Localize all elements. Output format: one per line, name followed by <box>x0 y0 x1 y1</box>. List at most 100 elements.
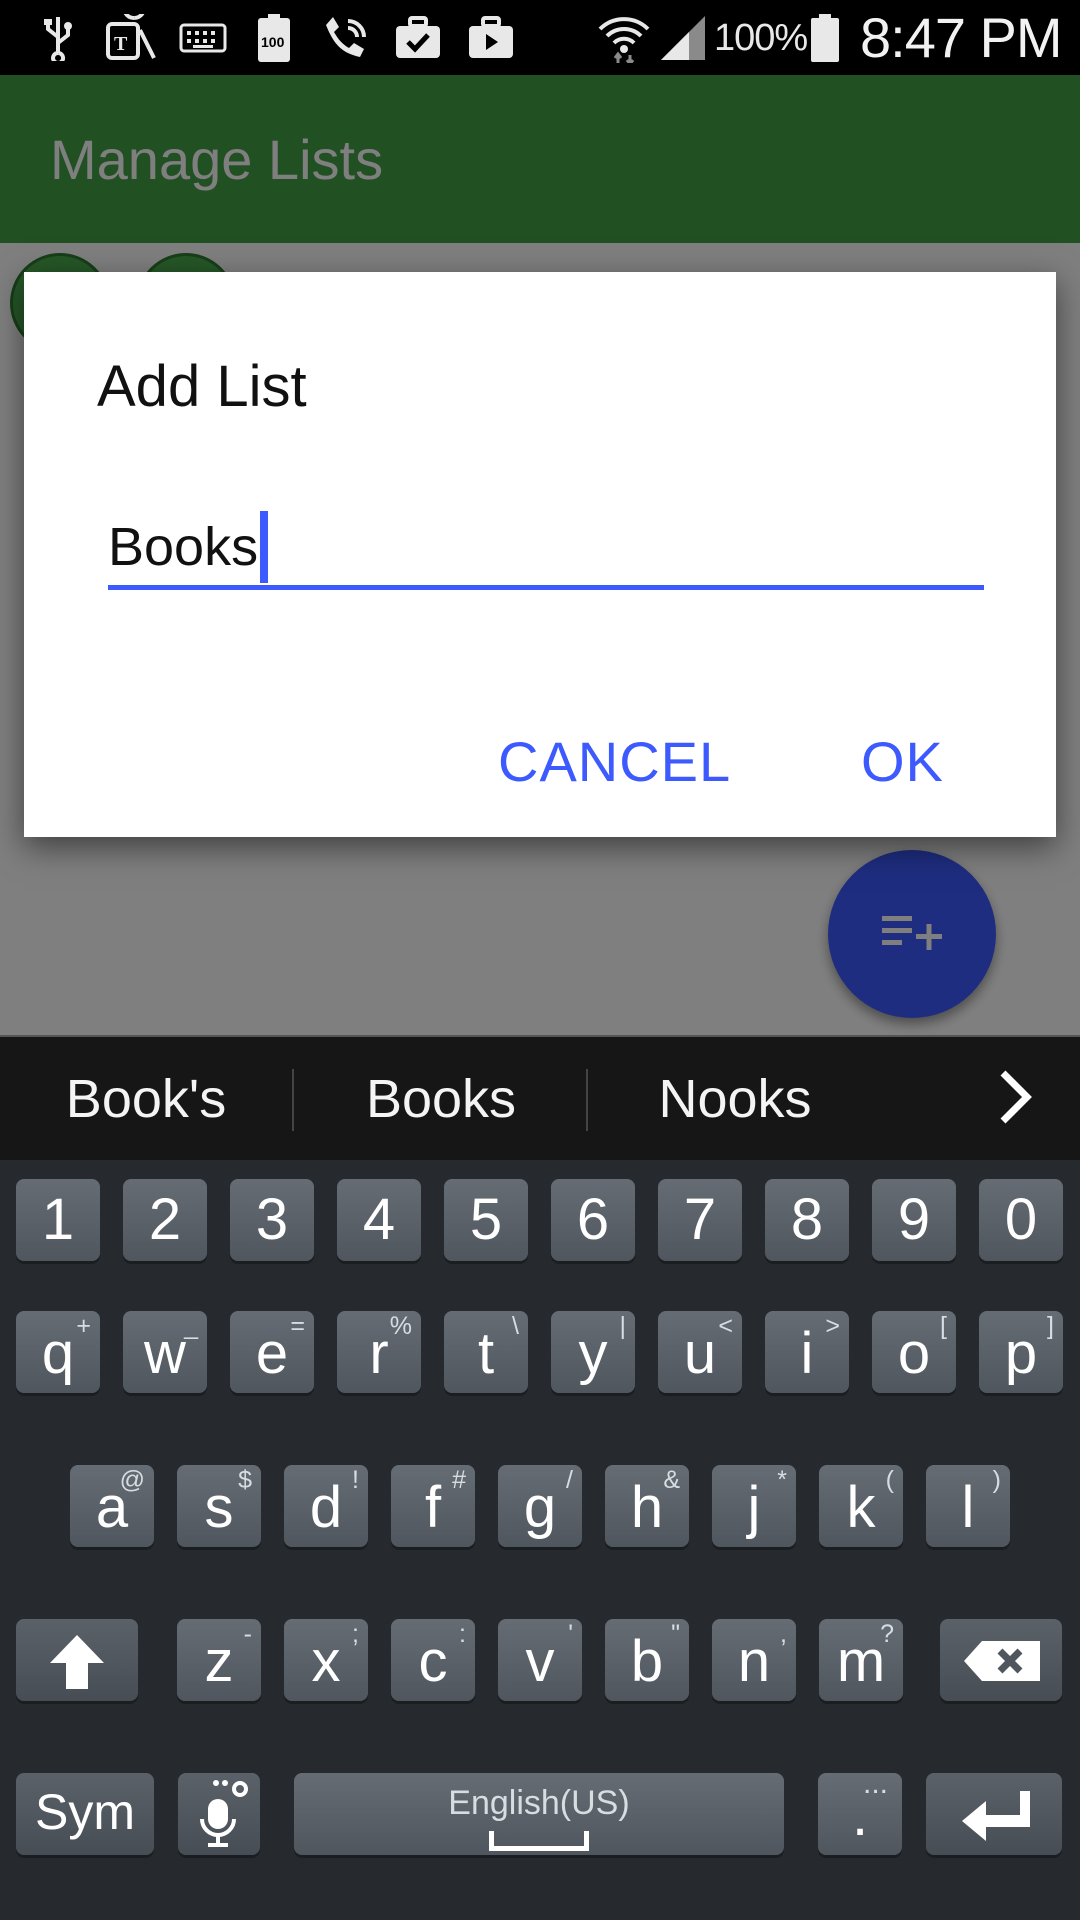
key-d[interactable]: ! d <box>284 1465 368 1547</box>
period-key-label: . <box>851 1783 869 1848</box>
key-v[interactable]: ' v <box>498 1619 582 1701</box>
add-list-dialog: Add List Books CANCEL OK <box>24 272 1056 837</box>
suggestion-item[interactable]: Books <box>310 1037 572 1162</box>
key-label: s <box>204 1475 234 1540</box>
period-key[interactable]: ... . <box>818 1769 902 1855</box>
key-8[interactable]: 8 <box>765 1179 849 1261</box>
key-e[interactable]: = e <box>230 1311 314 1393</box>
key-g[interactable]: / g <box>498 1465 582 1547</box>
chevron-right-icon <box>997 1069 1033 1130</box>
key-label: 9 <box>897 1187 931 1252</box>
key-1[interactable]: 1 <box>16 1179 100 1261</box>
shift-arrow-icon <box>48 1633 106 1696</box>
key-label: r <box>369 1321 389 1386</box>
key-label: d <box>309 1475 343 1540</box>
key-h[interactable]: & h <box>605 1465 689 1547</box>
ok-button[interactable]: OK <box>861 722 944 802</box>
key-f[interactable]: # f <box>391 1465 475 1547</box>
key-label: 6 <box>576 1187 610 1252</box>
key-label: v <box>525 1629 555 1694</box>
key-k[interactable]: (k <box>819 1465 903 1547</box>
key-3[interactable]: 3 <box>230 1179 314 1261</box>
key-label: 0 <box>1004 1187 1038 1252</box>
key-label: b <box>630 1629 664 1694</box>
key-5[interactable]: 5 <box>444 1179 528 1261</box>
key-label: y <box>578 1321 608 1386</box>
space-key-language: English(US) <box>448 1784 630 1822</box>
tmobile-icon: T <box>104 14 158 62</box>
sym-key[interactable]: Sym <box>16 1773 154 1855</box>
key-label: p <box>1004 1321 1038 1386</box>
key-q[interactable]: + q <box>16 1311 100 1393</box>
key-label: t <box>477 1321 495 1386</box>
key-j[interactable]: * j <box>712 1465 796 1547</box>
key-label: w <box>144 1321 186 1386</box>
suggestion-divider <box>586 1069 588 1131</box>
key-m[interactable]: ? m <box>819 1619 903 1701</box>
key-label: g <box>523 1475 557 1540</box>
key-label: a <box>95 1475 129 1540</box>
key-label: k <box>846 1475 876 1540</box>
key-b[interactable]: " b <box>605 1619 689 1701</box>
space-bar-icon <box>489 1831 589 1851</box>
space-key[interactable]: English(US) <box>294 1773 784 1855</box>
key-i[interactable]: > i <box>765 1311 849 1393</box>
key-o[interactable]: [o <box>872 1311 956 1393</box>
key-label: q <box>41 1321 75 1386</box>
key-t[interactable]: \ t <box>444 1311 528 1393</box>
key-z[interactable]: -z <box>177 1619 261 1701</box>
key-0[interactable]: 0 <box>979 1179 1063 1261</box>
key-label: 7 <box>683 1187 717 1252</box>
signal-icon <box>658 14 708 62</box>
key-u[interactable]: < u <box>658 1311 742 1393</box>
key-x[interactable]: ; x <box>284 1619 368 1701</box>
wifi-calling-icon <box>318 14 372 62</box>
key-4[interactable]: 4 <box>337 1179 421 1261</box>
enter-key[interactable] <box>926 1773 1062 1855</box>
key-label: h <box>630 1475 664 1540</box>
key-n[interactable]: ,n <box>712 1619 796 1701</box>
backspace-key[interactable] <box>940 1619 1062 1701</box>
key-label: o <box>897 1321 931 1386</box>
key-label: 2 <box>148 1187 182 1252</box>
backspace-icon <box>962 1639 1042 1688</box>
key-7[interactable]: 7 <box>658 1179 742 1261</box>
shift-key[interactable] <box>16 1619 138 1701</box>
suggestion-item[interactable]: Nooks <box>604 1037 866 1162</box>
voice-input-key[interactable] <box>178 1773 260 1855</box>
key-6[interactable]: 6 <box>551 1179 635 1261</box>
key-9[interactable]: 9 <box>872 1179 956 1261</box>
usb-icon <box>36 14 80 62</box>
suggestion-divider <box>292 1069 294 1131</box>
key-r[interactable]: % r <box>337 1311 421 1393</box>
key-label: i <box>800 1321 814 1386</box>
suggestions-expand-button[interactable] <box>970 1037 1060 1162</box>
microphone-settings-icon <box>194 1779 250 1856</box>
key-p[interactable]: ] p <box>979 1311 1063 1393</box>
key-label: j <box>747 1475 761 1540</box>
battery-percent: 100% <box>714 17 808 59</box>
cancel-button[interactable]: CANCEL <box>498 722 731 802</box>
key-label: l <box>961 1475 975 1540</box>
battery-100-icon: 100 <box>254 14 294 62</box>
list-name-input[interactable]: Books <box>108 508 984 590</box>
key-l[interactable]: ) l <box>926 1465 1010 1547</box>
status-bar: T 100 100% 8:47 PM <box>0 0 1080 75</box>
key-2[interactable]: 2 <box>123 1179 207 1261</box>
key-label: x <box>311 1629 341 1694</box>
key-label: f <box>424 1475 442 1540</box>
dialog-title: Add List <box>97 354 307 419</box>
suggestion-item[interactable]: Book's <box>30 1037 262 1162</box>
wifi-icon <box>596 14 652 63</box>
key-c[interactable]: :c <box>391 1619 475 1701</box>
key-y[interactable]: | y <box>551 1311 635 1393</box>
svg-text:T: T <box>114 33 128 55</box>
key-s[interactable]: $ s <box>177 1465 261 1547</box>
key-label: n <box>737 1629 771 1694</box>
key-a[interactable]: @ a <box>70 1465 154 1547</box>
battery-icon <box>808 14 842 62</box>
enter-icon <box>960 1787 1032 1850</box>
key-w[interactable]: _ w <box>123 1311 207 1393</box>
clock: 8:47 PM <box>860 6 1063 69</box>
key-label: 3 <box>255 1187 289 1252</box>
